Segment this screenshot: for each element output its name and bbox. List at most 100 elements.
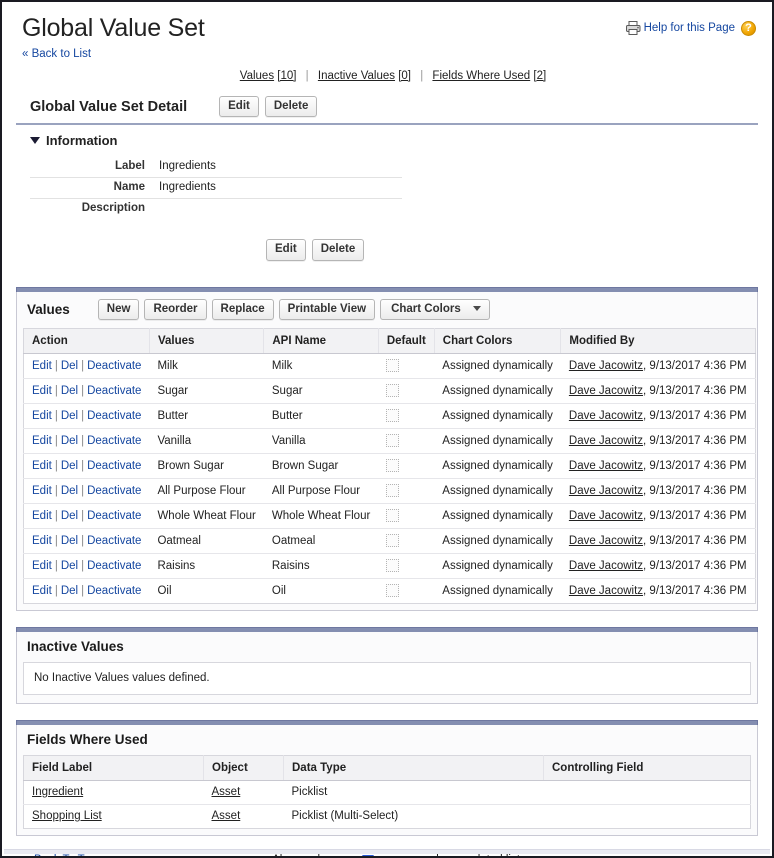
action-link-edit[interactable]: Edit xyxy=(32,460,52,472)
modified-by-user-link[interactable]: Dave Jacowitz xyxy=(569,535,643,547)
cell-default xyxy=(378,403,435,430)
modified-by-user-link[interactable]: Dave Jacowitz xyxy=(569,510,643,522)
action-link-edit[interactable]: Edit xyxy=(32,485,52,497)
action-link-deactivate[interactable]: Deactivate xyxy=(87,385,141,397)
table-row: Edit | Del | Deactivate Oil Oil Assigned dynami… xyxy=(24,579,756,604)
action-link-edit[interactable]: Edit xyxy=(32,435,52,447)
printable-view-button[interactable]: Printable View xyxy=(278,298,376,321)
object-link[interactable]: Asset xyxy=(212,810,241,822)
printer-icon[interactable] xyxy=(625,20,642,36)
table-row: Edit | Del | Deactivate Butter Butter Assigned … xyxy=(23,403,756,430)
modified-by-user-link[interactable]: Dave Jacowitz xyxy=(569,360,643,372)
cell-value: Milk xyxy=(149,353,264,380)
modified-by-user-link[interactable]: Dave Jacowitz xyxy=(569,485,643,497)
modified-timestamp: , 9/13/2017 4:36 PM xyxy=(643,384,747,397)
cell-chart-colors: Assigned dynamically xyxy=(434,428,561,455)
cell-chart-colors: Assigned dynamically xyxy=(442,584,553,597)
values-header-row: Action Values API Name Default Chart Col… xyxy=(23,328,756,355)
default-checkbox xyxy=(386,559,400,573)
back-to-list-link[interactable]: « Back to List xyxy=(22,48,91,60)
action-link-edit[interactable]: Edit xyxy=(32,385,52,397)
action-separator: | xyxy=(54,409,58,422)
action-link-del[interactable]: Del xyxy=(61,535,78,547)
back-to-list-label: Back to List xyxy=(31,48,92,60)
field-label-link[interactable]: Ingredient xyxy=(32,786,83,798)
action-separator: | xyxy=(81,384,85,397)
delete-button-bottom[interactable]: Delete xyxy=(311,239,365,261)
values-table-body: Edit | Del | Deactivate Milk Milk Assigned dyna… xyxy=(23,353,756,604)
action-link-del[interactable]: Del xyxy=(61,560,78,572)
help-for-this-page-link[interactable]: Help for this Page xyxy=(644,22,735,34)
column-header-chart-colors: Chart Colors xyxy=(434,328,562,355)
action-link-deactivate[interactable]: Deactivate xyxy=(87,360,141,372)
modified-by-user-link[interactable]: Dave Jacowitz xyxy=(569,410,643,422)
action-link-edit[interactable]: Edit xyxy=(32,585,52,597)
column-header-modified-by: Modified By xyxy=(560,328,756,355)
delete-button-top[interactable]: Delete xyxy=(264,96,318,118)
action-link-del[interactable]: Del xyxy=(61,460,78,472)
action-link-edit[interactable]: Edit xyxy=(32,510,52,522)
chart-colors-dropdown[interactable]: Chart Colors xyxy=(380,298,490,321)
values-panel-header: Values New Reorder Replace Printable Vie… xyxy=(17,292,757,328)
object-link[interactable]: Asset xyxy=(212,786,241,798)
action-link-deactivate[interactable]: Deactivate xyxy=(87,435,141,447)
action-link-edit[interactable]: Edit xyxy=(32,360,52,372)
action-link-deactivate[interactable]: Deactivate xyxy=(87,410,141,422)
cell-modified-by: Dave Jacowitz, 9/13/2017 4:36 PM xyxy=(560,378,756,405)
new-button[interactable]: New xyxy=(97,298,140,321)
nav-link-values[interactable]: Values xyxy=(240,70,274,82)
reorder-button[interactable]: Reorder xyxy=(144,298,207,321)
modified-timestamp: , 9/13/2017 4:36 PM xyxy=(643,534,747,547)
nav-link-fields-where-used[interactable]: Fields Where Used xyxy=(432,70,530,82)
inactive-values-panel-body: Inactive Values No Inactive Values value… xyxy=(16,632,758,705)
edit-button-bottom[interactable]: Edit xyxy=(266,239,306,261)
action-link-edit[interactable]: Edit xyxy=(32,535,52,547)
fields-table-body: Ingredient Asset Picklist Shopping List Asse… xyxy=(23,780,751,829)
action-link-deactivate[interactable]: Deactivate xyxy=(87,510,141,522)
information-fields-table: Label Ingredients Name Ingredients Descr… xyxy=(30,157,402,219)
cell-field-label: Ingredient xyxy=(23,780,204,806)
modified-by-user-link[interactable]: Dave Jacowitz xyxy=(569,560,643,572)
action-link-del[interactable]: Del xyxy=(61,360,78,372)
modified-by-user-link[interactable]: Dave Jacowitz xyxy=(569,435,643,447)
action-separator: | xyxy=(81,434,85,447)
show-more-link[interactable]: more xyxy=(377,854,403,856)
values-table: Action Values API Name Default Chart Col… xyxy=(23,328,756,605)
action-link-del[interactable]: Del xyxy=(61,510,78,522)
table-row: Edit | Del | Deactivate Raisins Raisins Assigne… xyxy=(23,553,756,580)
action-link-deactivate[interactable]: Deactivate xyxy=(87,585,141,597)
field-label-link[interactable]: Shopping List xyxy=(32,810,102,822)
modified-timestamp: , 9/13/2017 4:36 PM xyxy=(643,359,747,372)
action-link-deactivate[interactable]: Deactivate xyxy=(87,560,141,572)
table-row: Shopping List Asset Picklist (Multi-Select… xyxy=(24,805,751,829)
action-separator: | xyxy=(54,484,58,497)
field-label-label: Label xyxy=(30,157,159,179)
action-link-deactivate[interactable]: Deactivate xyxy=(87,485,141,497)
edit-button-top[interactable]: Edit xyxy=(219,96,259,118)
cell-modified-by: Dave Jacowitz, 9/13/2017 4:36 PM xyxy=(561,579,755,604)
modified-by-user-link[interactable]: Dave Jacowitz xyxy=(569,585,643,597)
action-separator: | xyxy=(81,484,85,497)
detail-title: Global Value Set Detail xyxy=(30,98,188,115)
action-link-deactivate[interactable]: Deactivate xyxy=(87,535,141,547)
action-link-edit[interactable]: Edit xyxy=(32,410,52,422)
modified-by-user-link[interactable]: Dave Jacowitz xyxy=(569,460,643,472)
cell-api-name: Raisins xyxy=(263,553,379,580)
nav-link-inactive-values[interactable]: Inactive Values xyxy=(318,70,395,82)
cell-chart-colors: Assigned dynamically xyxy=(434,403,561,430)
action-link-edit[interactable]: Edit xyxy=(32,560,52,572)
information-section-toggle[interactable]: Information xyxy=(16,133,758,148)
help-question-mark-icon[interactable]: ? xyxy=(741,20,756,36)
action-link-del[interactable]: Del xyxy=(61,485,78,497)
action-link-deactivate[interactable]: Deactivate xyxy=(87,460,141,472)
action-link-del[interactable]: Del xyxy=(61,385,78,397)
action-link-del[interactable]: Del xyxy=(61,435,78,447)
action-link-del[interactable]: Del xyxy=(61,410,78,422)
modified-by-user-link[interactable]: Dave Jacowitz xyxy=(569,385,643,397)
inactive-values-empty-message: No Inactive Values values defined. xyxy=(23,662,751,696)
action-link-del[interactable]: Del xyxy=(61,585,78,597)
cell-object: Asset xyxy=(204,805,284,829)
inactive-values-panel-header: Inactive Values xyxy=(17,632,757,662)
default-checkbox xyxy=(386,359,400,373)
replace-button[interactable]: Replace xyxy=(211,298,274,321)
